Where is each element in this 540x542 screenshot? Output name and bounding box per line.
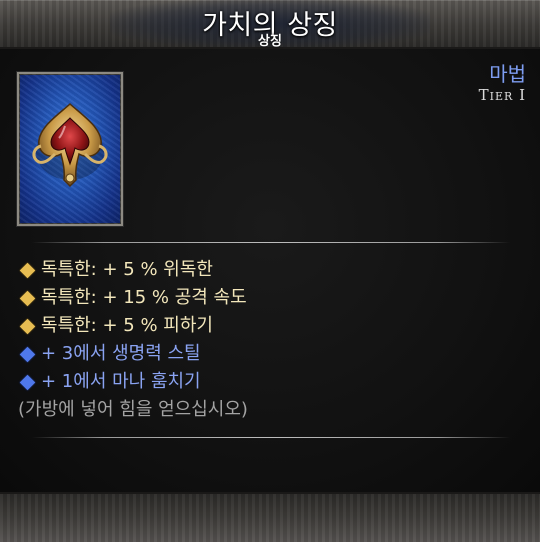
stat-text: + 3에서 생명력 스틸 (41, 343, 201, 364)
usage-hint: (가방에 넣어 힘을 얻으십시오) (18, 399, 248, 420)
divider-bottom (32, 437, 510, 438)
stat-line-unique: 독특한: + 5 % 위독한 (18, 256, 248, 284)
stat-text: 독특한: + 15 % 공격 속도 (41, 287, 247, 308)
tooltip-footer (0, 492, 540, 542)
blue-diamond-icon (19, 374, 36, 390)
blue-diamond-icon (19, 346, 36, 362)
gold-diamond-icon (19, 290, 36, 306)
stat-line-unique: 독특한: + 5 % 피하기 (18, 312, 248, 340)
stat-line-magic: + 1에서 마나 훔치기 (18, 368, 248, 396)
stat-line-unique: 독특한: + 15 % 공격 속도 (18, 284, 248, 312)
item-rarity: 마법 (489, 62, 526, 86)
stat-list: 독특한: + 5 % 위독한 독특한: + 15 % 공격 속도 독특한: + … (18, 256, 248, 424)
spade-crest-emblem-icon (32, 102, 108, 188)
tooltip-header: 가치의 상징 상징 (0, 0, 540, 49)
item-tier: Tier I (478, 86, 526, 104)
divider-top (32, 242, 510, 243)
item-icon-frame (17, 72, 123, 226)
stat-text: + 1에서 마나 훔치기 (41, 371, 201, 392)
stat-text: 독특한: + 5 % 위독한 (41, 259, 213, 280)
stat-line-magic: + 3에서 생명력 스틸 (18, 340, 248, 368)
gold-diamond-icon (19, 318, 36, 334)
item-tooltip: 가치의 상징 상징 마법 Tier I 독특한: + 5 % 위독한 독특한: … (0, 0, 540, 542)
item-type: 상징 (258, 34, 282, 49)
stat-text: 독특한: + 5 % 피하기 (41, 315, 213, 336)
gold-diamond-icon (19, 262, 36, 278)
